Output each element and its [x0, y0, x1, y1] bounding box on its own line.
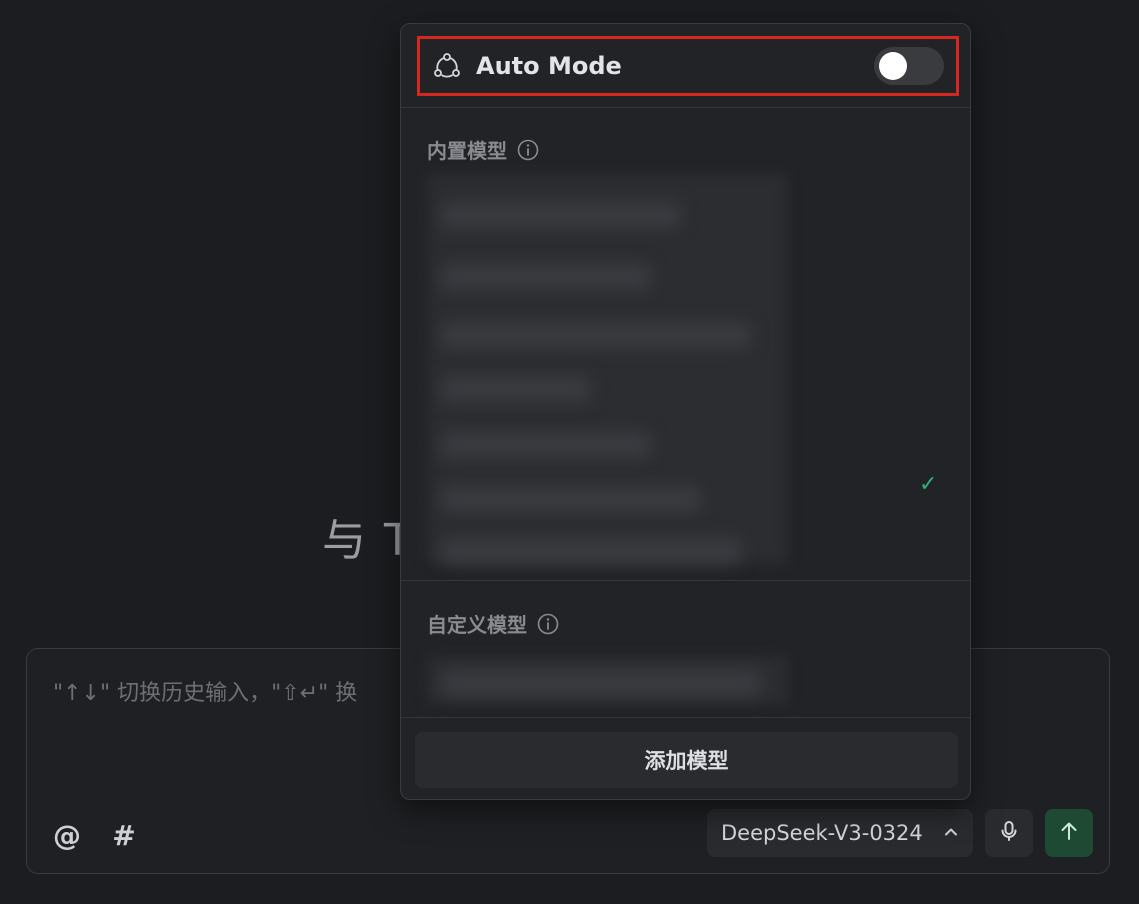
auto-mode-toggle[interactable] [874, 47, 944, 85]
add-model-button[interactable]: 添加模型 [415, 732, 958, 788]
auto-mode-label: Auto Mode [476, 52, 622, 80]
model-select[interactable]: DeepSeek-V3-0324 [707, 809, 973, 857]
divider [401, 107, 970, 108]
hash-icon: # [112, 818, 136, 852]
list-item[interactable] [441, 670, 761, 696]
custom-models-title: 自定义模型 [427, 609, 559, 638]
mention-button[interactable]: @ [47, 815, 87, 855]
divider [401, 717, 970, 718]
divider [401, 580, 970, 581]
chevron-up-icon [943, 821, 959, 845]
list-item[interactable] [441, 264, 651, 290]
list-item[interactable] [441, 376, 591, 402]
auto-mode-row[interactable]: Auto Mode [417, 36, 959, 96]
send-button[interactable] [1045, 809, 1093, 857]
list-item[interactable] [441, 486, 701, 512]
arrow-up-icon [1057, 819, 1081, 847]
list-item[interactable] [441, 202, 681, 228]
chat-input-placeholder[interactable]: "↑↓" 切换历史输入，"⇧↵" 换 [53, 675, 357, 707]
add-model-label: 添加模型 [644, 749, 729, 773]
list-item[interactable] [441, 538, 741, 564]
builtin-models-label: 内置模型 [427, 139, 507, 163]
mic-button[interactable] [985, 809, 1033, 857]
selected-check-icon: ✓ [919, 472, 938, 497]
list-item[interactable] [441, 432, 651, 458]
at-icon: @ [53, 818, 81, 852]
custom-models-label: 自定义模型 [427, 613, 527, 637]
model-select-value: DeepSeek-V3-0324 [721, 821, 923, 845]
auto-mode-icon [432, 51, 462, 81]
builtin-models-title: 内置模型 [427, 135, 539, 164]
context-button[interactable]: # [104, 815, 144, 855]
info-icon[interactable] [537, 613, 559, 635]
model-picker-popup: Auto Mode 内置模型 ✓ 自定义模型 添加模型 [400, 23, 971, 800]
toggle-knob [879, 52, 907, 80]
list-item[interactable] [441, 322, 751, 348]
info-icon[interactable] [517, 139, 539, 161]
mic-icon [997, 819, 1021, 847]
